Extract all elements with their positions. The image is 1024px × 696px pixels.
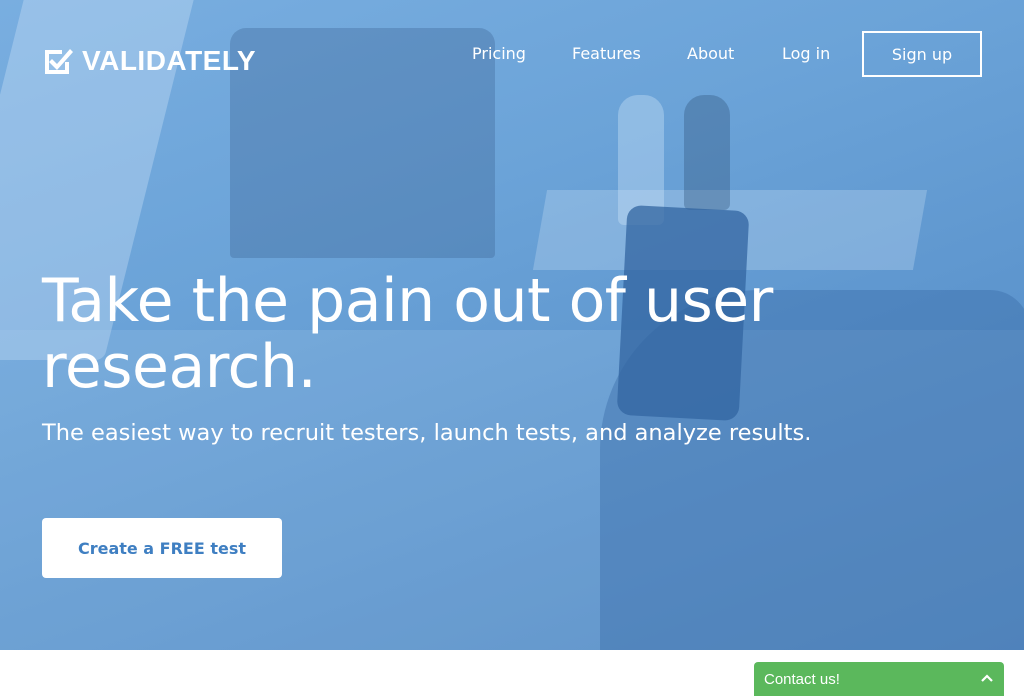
contact-label: Contact us!: [764, 670, 840, 688]
contact-widget[interactable]: Contact us!: [754, 662, 1004, 696]
chevron-up-icon: [981, 674, 993, 682]
hero-subhead: The easiest way to recruit testers, laun…: [42, 420, 812, 446]
hero-headline: Take the pain out of user research.: [42, 266, 773, 402]
hero-section: VALIDATELY Pricing Features About Log in…: [0, 0, 1024, 650]
nav-pricing[interactable]: Pricing: [472, 44, 526, 63]
signup-button[interactable]: Sign up: [862, 31, 982, 77]
nav-about[interactable]: About: [687, 44, 734, 63]
nav-features[interactable]: Features: [572, 44, 641, 63]
nav-login[interactable]: Log in: [782, 44, 830, 63]
create-free-test-button[interactable]: Create a FREE test: [42, 518, 282, 578]
background-pepper-shaker: [684, 95, 730, 210]
